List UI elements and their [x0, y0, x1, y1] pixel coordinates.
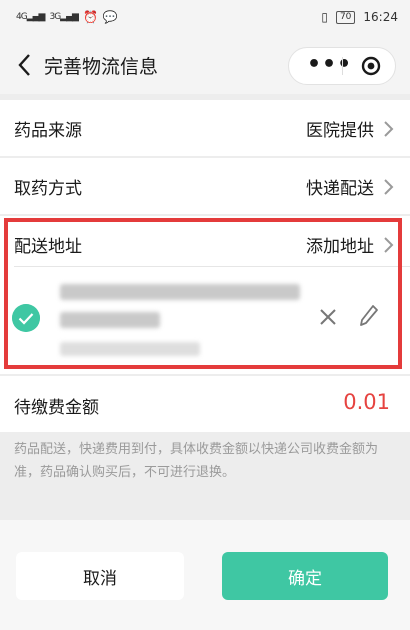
highlight-box	[4, 218, 402, 369]
fee-row: 待缴费金额 0.01	[0, 376, 410, 432]
medicine-source-row[interactable]: 药品来源 医院提供	[0, 100, 410, 156]
vibrate-icon: ▯	[321, 10, 328, 24]
back-arrow-icon[interactable]	[14, 50, 38, 80]
chevron-right-icon	[384, 179, 394, 195]
pickup-method-label: 取药方式	[14, 179, 82, 199]
close-target-icon[interactable]	[361, 56, 381, 76]
capsule-divider	[342, 57, 343, 75]
pickup-method-row[interactable]: 取药方式 快递配送	[0, 158, 410, 214]
cancel-button[interactable]: 取消	[16, 552, 184, 600]
medicine-source-value: 医院提供	[306, 121, 374, 141]
mini-program-capsule: •••	[288, 47, 396, 85]
page-title: 完善物流信息	[44, 56, 159, 78]
signal-icon: 4G▂▄▆	[16, 12, 45, 22]
fee-label: 待缴费金额	[14, 398, 99, 418]
status-time: 16:24	[363, 10, 398, 24]
battery-icon: 70	[335, 10, 356, 24]
signal-icon-2: 3G▂▄▆	[49, 12, 78, 22]
status-bar: 4G▂▄▆ 3G▂▄▆ ⏰ 💬 ▯ 70 16:24	[0, 0, 410, 38]
medicine-source-label: 药品来源	[14, 121, 82, 141]
wechat-icon: 💬	[102, 10, 118, 24]
navbar: 完善物流信息 •••	[0, 38, 410, 94]
pickup-method-value: 快递配送	[306, 179, 374, 199]
confirm-button[interactable]: 确定	[222, 552, 388, 600]
delivery-note: 药品配送，快递费用到付，具体收费金额以快递公司收费金额为准，药品确认购买后，不可…	[14, 442, 379, 480]
more-options-icon[interactable]: •••	[307, 54, 352, 76]
chevron-right-icon	[384, 121, 394, 137]
fee-amount: 0.01	[343, 390, 390, 414]
alarm-icon: ⏰	[82, 10, 98, 24]
